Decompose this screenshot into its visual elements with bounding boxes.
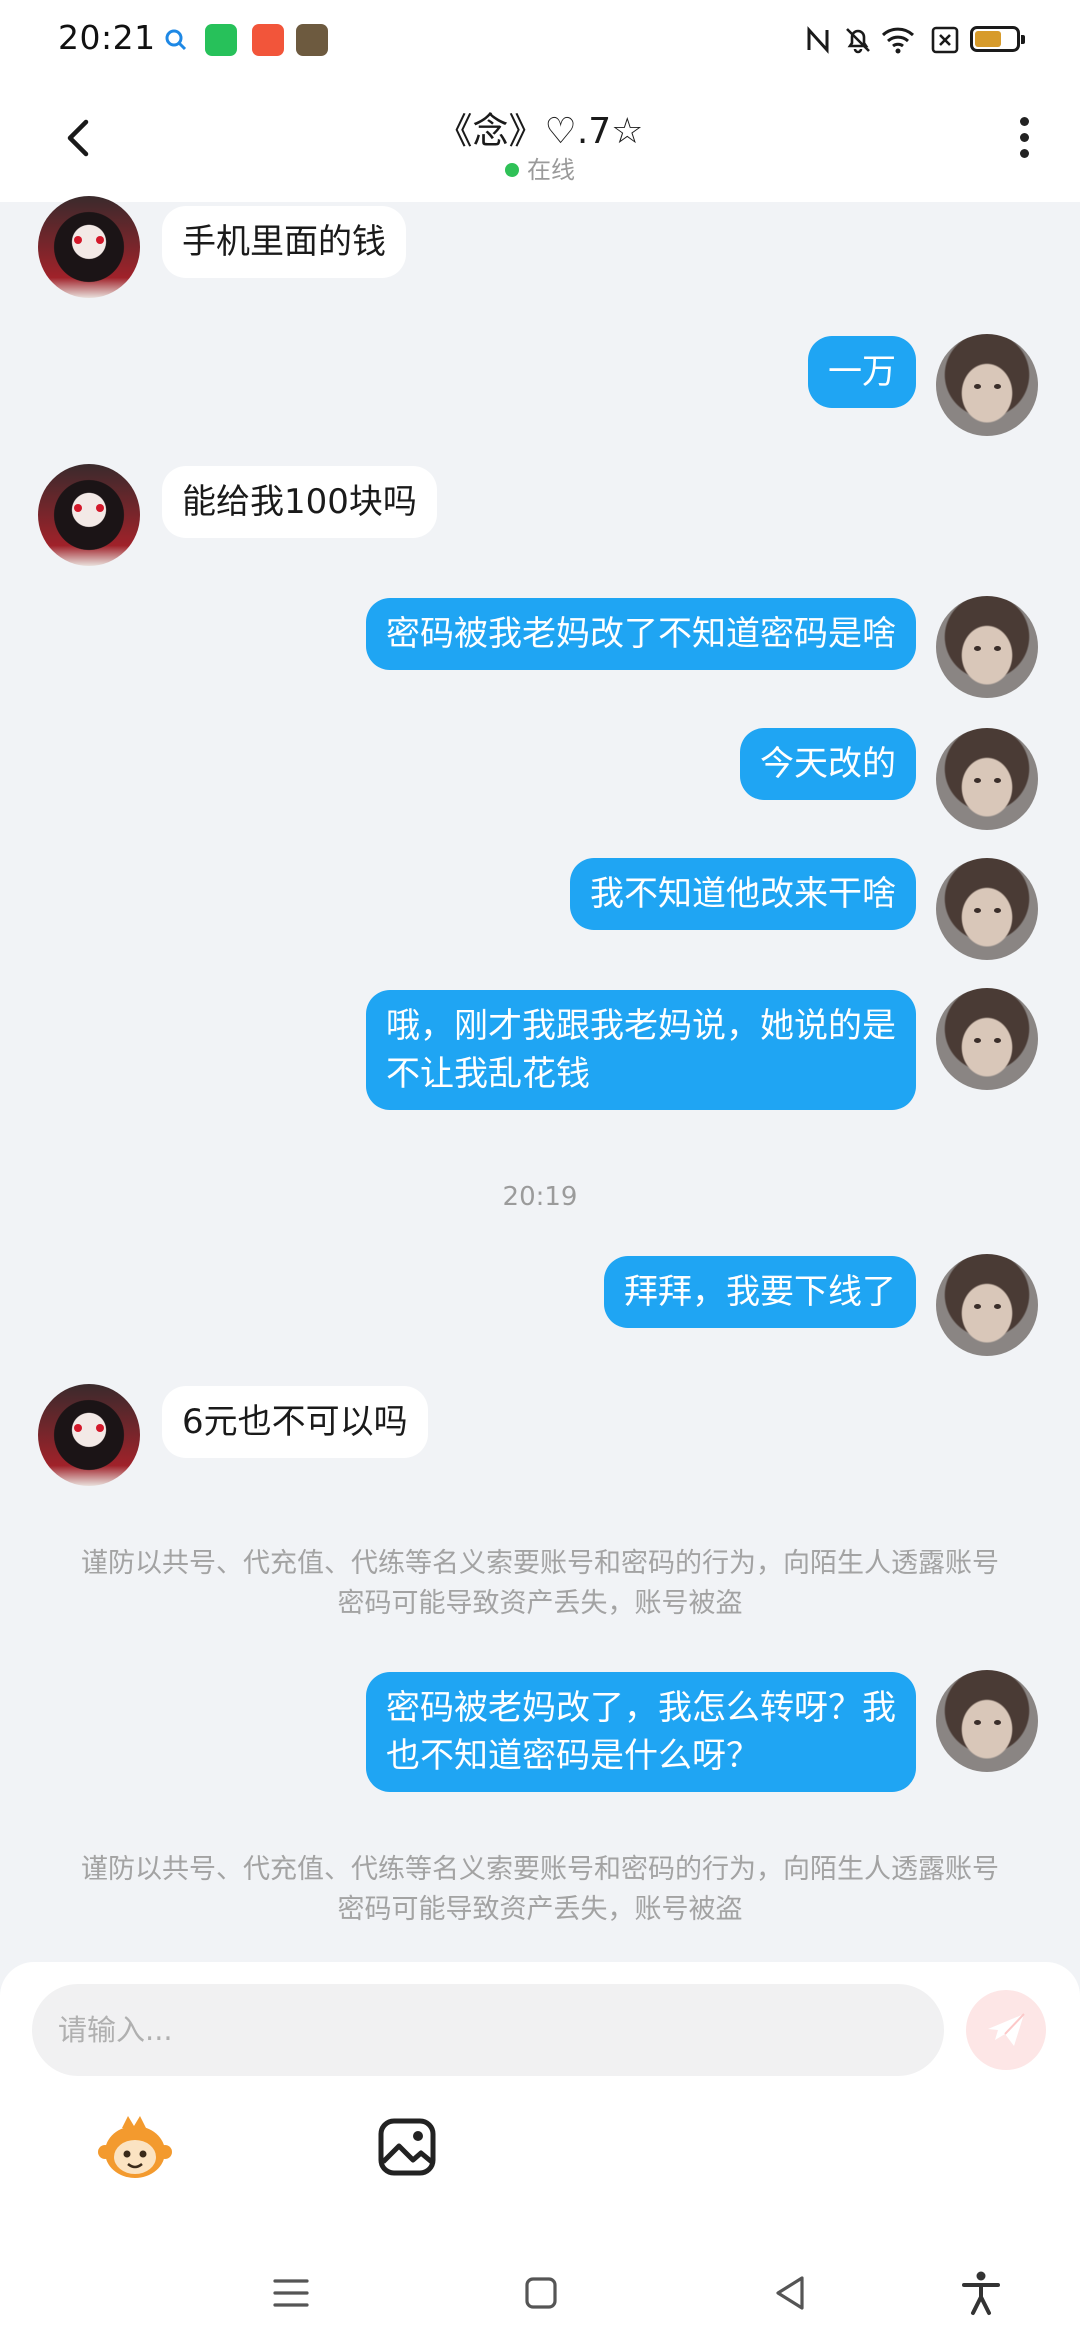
send-button[interactable] — [966, 1990, 1046, 2070]
my-avatar[interactable] — [936, 1670, 1038, 1772]
message-bubble-me[interactable]: 哦，刚才我跟我老妈说，她说的是 不让我乱花钱 — [366, 990, 916, 1110]
my-avatar[interactable] — [936, 596, 1038, 698]
my-avatar[interactable] — [936, 728, 1038, 830]
security-notice: 谨防以共号、代充值、代练等名义索要账号和密码的行为，向陌生人透露账号密码可能导致… — [81, 1854, 999, 1925]
my-avatar[interactable] — [936, 858, 1038, 960]
message-bubble-peer[interactable]: 能给我100块吗 — [162, 466, 437, 538]
message-bubble-peer[interactable]: 6元也不可以吗 — [162, 1386, 428, 1458]
image-button[interactable] — [376, 2116, 438, 2178]
message-list[interactable]: 手机里面的钱 一万 能给我100块吗 密码被我老妈改了不知道密码是啥 今天改的 … — [0, 196, 1080, 1962]
system-back-button[interactable] — [766, 2268, 816, 2318]
message-bubble-me[interactable]: 密码被我老妈改了不知道密码是啥 — [366, 598, 916, 670]
more-dot-icon — [1019, 117, 1029, 126]
wifi-icon — [880, 22, 916, 58]
security-notice: 谨防以共号、代充值、代练等名义索要账号和密码的行为，向陌生人透露账号密码可能导致… — [81, 1548, 999, 1619]
message-bubble-me[interactable]: 今天改的 — [740, 728, 916, 800]
chat-header: 《念》♡.7☆ 在线 — [0, 80, 1080, 202]
more-dot-icon — [1019, 149, 1029, 158]
triangle-back-icon — [776, 2276, 804, 2310]
monkey-sticker-icon — [98, 2116, 172, 2178]
orange-app-icon — [252, 24, 284, 56]
square-icon — [525, 2277, 557, 2309]
message-bubble-me[interactable]: 密码被老妈改了，我怎么转呀？我 也不知道密码是什么呀？ — [366, 1672, 916, 1792]
message-input[interactable] — [32, 1984, 944, 2076]
green-app-icon — [205, 24, 237, 56]
search-icon — [160, 24, 192, 56]
no-sim-icon — [927, 22, 963, 58]
home-button[interactable] — [516, 2268, 566, 2318]
accessibility-button[interactable] — [956, 2268, 1006, 2318]
message-bubble-me[interactable]: 我不知道他改来干啥 — [570, 858, 916, 930]
more-dot-icon — [1019, 133, 1029, 142]
online-status-label: 在线 — [527, 156, 575, 184]
image-icon — [378, 2118, 436, 2176]
accessibility-icon — [962, 2271, 1000, 2315]
message-bubble-peer[interactable]: 手机里面的钱 — [162, 206, 406, 278]
peer-avatar[interactable] — [38, 196, 140, 298]
more-options-button[interactable] — [1006, 110, 1042, 166]
online-status: 在线 — [0, 150, 1080, 185]
mute-icon — [840, 22, 876, 58]
sticker-button[interactable] — [96, 2112, 174, 2182]
my-avatar[interactable] — [936, 334, 1038, 436]
game-app-icon — [296, 24, 328, 56]
system-nav-bar — [0, 2250, 1080, 2340]
peer-avatar[interactable] — [38, 1384, 140, 1486]
status-bar: 20:21 — [0, 0, 1080, 80]
menu-icon — [273, 2279, 309, 2307]
my-avatar[interactable] — [936, 988, 1038, 1090]
recent-apps-button[interactable] — [266, 2268, 316, 2318]
chat-title: 《念》♡.7☆ — [436, 111, 644, 152]
message-bubble-me[interactable]: 一万 — [808, 336, 916, 408]
battery-icon — [970, 26, 1025, 52]
my-avatar[interactable] — [936, 1254, 1038, 1356]
message-timestamp: 20:19 — [502, 1182, 578, 1212]
status-time: 20:21 — [58, 18, 156, 57]
online-dot-icon — [505, 163, 519, 177]
paper-plane-icon — [988, 2013, 1025, 2046]
nfc-icon — [800, 22, 836, 58]
message-bubble-me[interactable]: 拜拜，我要下线了 — [604, 1256, 916, 1328]
peer-avatar[interactable] — [38, 464, 140, 566]
